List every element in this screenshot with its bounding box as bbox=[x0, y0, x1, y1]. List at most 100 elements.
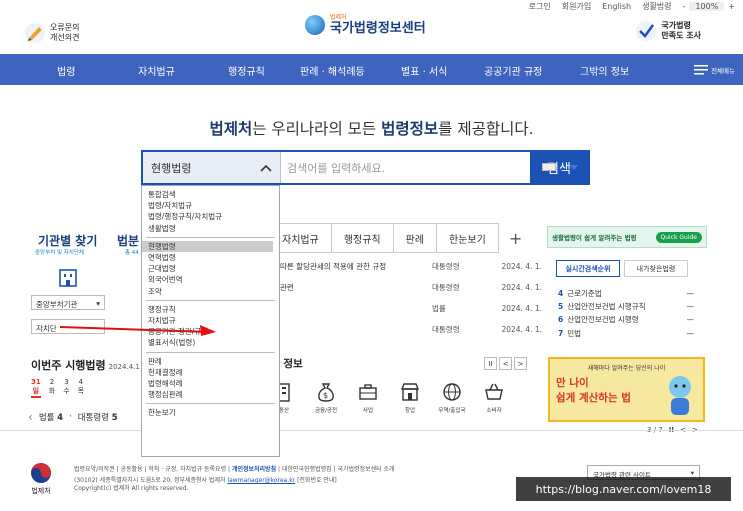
zoom-in-button[interactable]: + bbox=[728, 2, 735, 11]
category-finance[interactable]: $ 금융/공전 bbox=[312, 381, 340, 414]
date-tab[interactable]: 2화 bbox=[49, 378, 55, 398]
option-interpretation[interactable]: 법령해석례 bbox=[142, 378, 279, 389]
date-num: 2 bbox=[49, 378, 55, 386]
site-logo[interactable]: 법제처 국가법령정보센터 bbox=[305, 14, 426, 36]
footer-links-text[interactable]: 법령요약/저작권 | 공동활용 | 학칙 · 규정, 자치법규 등록요령 | bbox=[74, 466, 232, 473]
divider bbox=[146, 403, 275, 405]
email-link[interactable]: lawmanager@korea.kr bbox=[227, 477, 295, 484]
tab-admin-rule[interactable]: 행정규칙 bbox=[331, 223, 394, 253]
date-tab[interactable]: 31 일 bbox=[31, 378, 41, 398]
law-date: 2024. 4. 1. bbox=[501, 283, 542, 292]
english-link[interactable]: English bbox=[602, 2, 631, 11]
chevron-left-icon[interactable]: ‹ bbox=[28, 410, 33, 424]
law-count-label: 법률 bbox=[38, 413, 55, 423]
search-history-toggle-icon[interactable] bbox=[570, 165, 578, 170]
search-category-dropdown: 통합검색 법령/자치법규 법령/행정규칙/자치법규 생활법령 현행법령 연혁법령… bbox=[141, 185, 280, 457]
logo-globe-icon bbox=[305, 15, 325, 35]
option-treaty[interactable]: 조약 bbox=[142, 286, 279, 297]
law-count[interactable]: 법률 4 bbox=[39, 411, 63, 423]
decree-count[interactable]: 대통령령 5 bbox=[78, 411, 118, 423]
store-icon bbox=[400, 383, 420, 401]
central-agency-select[interactable]: 중앙부처기관 ▾ bbox=[31, 295, 105, 310]
option-admin-appeal[interactable]: 행정심판례 bbox=[142, 389, 279, 400]
nav-law[interactable]: 법령 bbox=[57, 63, 75, 78]
all-menu-label: 전체메뉴 bbox=[711, 67, 735, 75]
date-tab[interactable]: 4목 bbox=[78, 378, 84, 398]
tab-realtime-rank[interactable]: 실시간검색순위 bbox=[556, 260, 620, 277]
search-category-select[interactable]: 현행법령 bbox=[143, 152, 281, 183]
zoom-value: 100% bbox=[689, 1, 725, 11]
option-overview[interactable]: 한눈보기 bbox=[142, 407, 279, 418]
nav-admin-rule[interactable]: 행정규칙 bbox=[228, 63, 265, 78]
list-item[interactable]: 법률 2024. 4. 1. bbox=[280, 298, 542, 319]
age-calculator-banner[interactable]: 새해마다 알려주는 당신의 나이 만 나이 쉽게 계산하는 법 bbox=[548, 357, 705, 422]
option-life-law[interactable]: 생활법령 bbox=[142, 223, 279, 234]
nav-annex[interactable]: 별표 · 서식 bbox=[401, 63, 447, 78]
all-menu-button[interactable]: 전체메뉴 bbox=[694, 65, 735, 75]
tab-precedent[interactable]: 판례 bbox=[393, 223, 438, 253]
nav-local-law[interactable]: 자치법규 bbox=[138, 63, 175, 78]
option-history-law[interactable]: 연혁법령 bbox=[142, 252, 279, 263]
category-label-line1: 동산 bbox=[278, 408, 290, 414]
option-law-admin-local[interactable]: 법령/행정규칙/자치법규 bbox=[142, 211, 279, 222]
category-startup[interactable]: 창업 bbox=[396, 381, 424, 414]
footer-logo: 법제처 bbox=[30, 462, 52, 496]
option-modern-law[interactable]: 근대법령 bbox=[142, 263, 279, 274]
list-item[interactable]: 7 민법 — bbox=[558, 327, 694, 340]
pause-button[interactable]: II bbox=[484, 357, 497, 370]
list-item[interactable]: 4 근로기준법 — bbox=[558, 287, 694, 300]
option-foreign-translation[interactable]: 외국어번역 bbox=[142, 274, 279, 285]
nav-etc[interactable]: 그밖의 정보 bbox=[580, 63, 629, 78]
category-business[interactable]: 사업 bbox=[354, 381, 382, 414]
option-current-law[interactable]: 현행법령 bbox=[142, 240, 273, 253]
category-consumer[interactable]: 소비자 bbox=[480, 381, 508, 414]
list-item[interactable]: 관련 대통령령 2024. 4. 1. bbox=[280, 277, 542, 298]
quick-guide-banner[interactable]: 생활법령이 쉽게 알려주는 법령 Quick Guide bbox=[547, 226, 707, 248]
option-annex-form[interactable]: 별표서식(법령) bbox=[142, 337, 279, 348]
search-button[interactable]: 검색 bbox=[530, 152, 588, 183]
date-tab[interactable]: 3수 bbox=[63, 378, 69, 398]
prev-button[interactable]: < bbox=[499, 357, 512, 370]
option-precedent[interactable]: 판례 bbox=[142, 356, 279, 367]
nav-public-rule[interactable]: 공공기관 규정 bbox=[484, 63, 542, 78]
feedback-link[interactable]: 오류문의 개선의견 bbox=[24, 22, 79, 44]
org-finder-title[interactable]: 기관별 찾기 bbox=[38, 232, 97, 249]
weekly-date-tabs: 31 일 2화 3수 4목 bbox=[31, 378, 84, 398]
privacy-policy-link[interactable]: 개인정보처리방침 bbox=[232, 466, 276, 473]
life-law-link[interactable]: 생활법령 bbox=[642, 1, 671, 12]
option-constitutional[interactable]: 헌재결정례 bbox=[142, 367, 279, 378]
search-input[interactable]: 검색어를 입력하세요. bbox=[281, 152, 530, 183]
option-admin-rule[interactable]: 행정규칙 bbox=[142, 304, 279, 315]
option-law-local[interactable]: 법령/자치법규 bbox=[142, 200, 279, 211]
option-integrated[interactable]: 통합검색 bbox=[142, 189, 279, 200]
list-item[interactable]: 6 산업안전보건법 시행령 — bbox=[558, 313, 694, 326]
next-button[interactable]: > bbox=[514, 357, 527, 370]
law-date: 2024. 4. 1. bbox=[501, 325, 542, 334]
law-name: 관련 bbox=[280, 283, 294, 292]
dropdown-group-integrated: 통합검색 법령/자치법규 법령/행정규칙/자치법규 생활법령 bbox=[142, 189, 279, 234]
date-num: 3 bbox=[64, 378, 69, 386]
tab-my-laws[interactable]: 내가찾은법령 bbox=[624, 260, 688, 277]
category-trade[interactable]: 무역/출입국 bbox=[438, 381, 466, 414]
survey-link[interactable]: 국가법령 만족도 조사 bbox=[635, 20, 701, 42]
zoom-out-button[interactable]: - bbox=[683, 2, 686, 11]
headline: 법제처는 우리나라의 모든 법령정보를 제공합니다. bbox=[0, 117, 743, 139]
quick-guide-text: 생활법령이 쉽게 알려주는 법령 bbox=[552, 234, 637, 242]
building-icon bbox=[59, 269, 77, 287]
category-label: 무역/출입국 bbox=[438, 408, 466, 414]
date-day: 목 bbox=[77, 387, 85, 395]
list-item[interactable]: 대통령령 2024. 4. 1. bbox=[280, 319, 542, 340]
category-finder-title[interactable]: 법분 bbox=[117, 232, 139, 249]
tab-overview[interactable]: 한눈보기 bbox=[437, 223, 499, 253]
footer-links-text-2[interactable]: | 대한민국헌행법령집 | 국가법령정보센터 소개 bbox=[276, 466, 395, 473]
list-item[interactable]: 따른 할당관세의 적용에 관한 규정 대통령령 2024. 4. 1. bbox=[280, 256, 542, 277]
caret-down-icon: ▾ bbox=[690, 469, 694, 477]
join-link[interactable]: 회원가입 bbox=[562, 1, 591, 12]
login-link[interactable]: 로그인 bbox=[529, 1, 551, 12]
list-item[interactable]: 5 산업안전보건법 시행규칙 — bbox=[558, 300, 694, 313]
nav-precedent[interactable]: 판례 · 해석례등 bbox=[300, 63, 365, 78]
category-finder-subtitle: 총 44 bbox=[125, 250, 139, 256]
phone-guide-link[interactable]: [전화번호 안내] bbox=[295, 477, 337, 484]
add-tab-button[interactable]: + bbox=[499, 223, 532, 253]
keyboard-icon[interactable] bbox=[542, 163, 556, 171]
